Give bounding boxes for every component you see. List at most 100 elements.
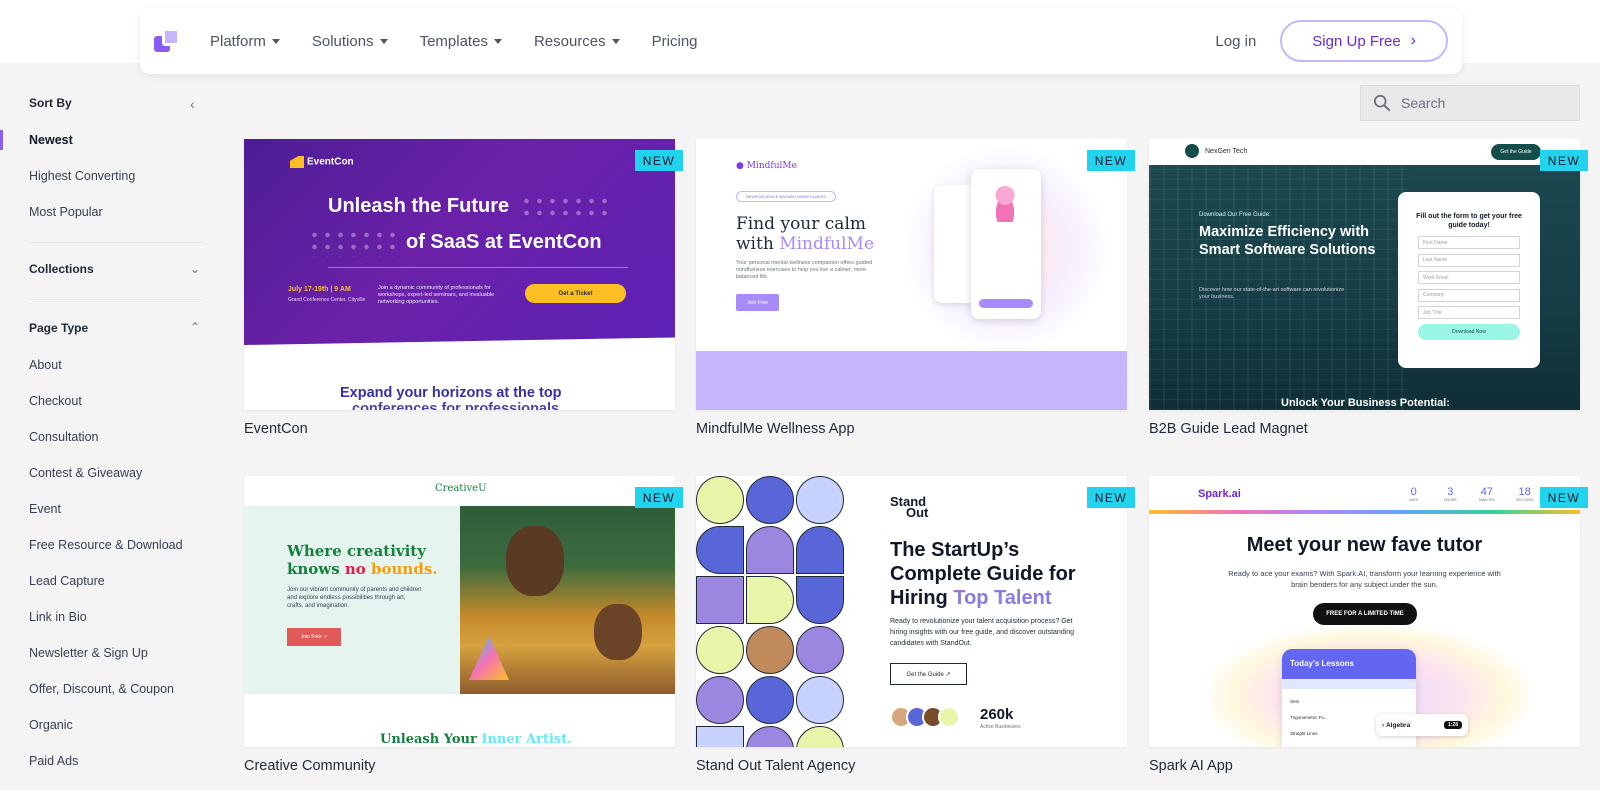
page-type-lead-capture[interactable]: Lead Capture xyxy=(29,574,105,588)
page-type-paid-ads[interactable]: Paid Ads xyxy=(29,754,78,768)
countdown-unit: 18 SECONDS xyxy=(1516,486,1533,502)
page-type-newsletter[interactable]: Newsletter & Sign Up xyxy=(29,646,148,660)
nav-resources[interactable]: Resources xyxy=(534,33,620,50)
template-thumbnail[interactable]: Spark.ai 0 DAYS 3 HOURS 47 MINUTES 18 SECOND… xyxy=(1149,476,1580,747)
collections-heading[interactable]: Collections xyxy=(29,262,94,276)
template-card-creative-community[interactable]: CreativeU Where creativity knows no boun… xyxy=(244,476,683,774)
preview-logo: EventCon xyxy=(290,156,354,168)
template-thumbnail[interactable]: Stand Out The StartUp’s Complete Guide fo… xyxy=(696,476,1127,747)
template-card-eventcon[interactable]: EventCon Unleash the Future of SaaS at E… xyxy=(244,139,683,437)
countdown-label: SECONDS xyxy=(1516,498,1534,502)
page-type-organic[interactable]: Organic xyxy=(29,718,73,732)
preview-stat-label: Active Businesses xyxy=(980,724,1021,730)
page-type-about[interactable]: About xyxy=(29,358,62,372)
template-card-mindfulme[interactable]: ● MindfulMe NEUROSCIENCE-BACKED MINDFULN… xyxy=(696,139,1135,437)
headline-accent: no xyxy=(344,560,366,578)
logo-text: Out xyxy=(906,505,929,520)
card-title[interactable]: MindfulMe Wellness App xyxy=(696,421,855,437)
page-type-free-resource[interactable]: Free Resource & Download xyxy=(29,538,183,552)
form-title: Fill out the form to get your free guide… xyxy=(1416,213,1522,229)
page-type-checkout[interactable]: Checkout xyxy=(29,394,82,408)
card-title[interactable]: Spark AI App xyxy=(1149,758,1233,774)
sort-by-heading: Sort By xyxy=(29,96,72,110)
caret-down-icon xyxy=(493,38,502,44)
preview-footer: Expand your horizons at the top xyxy=(340,385,562,401)
caret-down-icon xyxy=(611,38,620,44)
template-card-standout[interactable]: Stand Out The StartUp’s Complete Guide fo… xyxy=(696,476,1135,774)
shape xyxy=(746,626,794,674)
template-thumbnail[interactable]: CreativeU Where creativity knows no boun… xyxy=(244,476,675,747)
caret-down-icon xyxy=(379,38,388,44)
headline-line: knows xyxy=(287,560,345,578)
page-type-offer[interactable]: Offer, Discount, & Coupon xyxy=(29,682,174,696)
page-type-link-in-bio[interactable]: Link in Bio xyxy=(29,610,87,624)
card-title[interactable]: B2B Guide Lead Magnet xyxy=(1149,421,1308,437)
preview-logo: ● MindfulMe xyxy=(736,161,797,171)
template-thumbnail[interactable]: ● MindfulMe NEUROSCIENCE-BACKED MINDFULN… xyxy=(696,139,1127,410)
shape xyxy=(746,676,794,724)
shape xyxy=(696,526,744,574)
shape xyxy=(746,526,794,574)
nav-solutions[interactable]: Solutions xyxy=(312,33,388,50)
preview-logo-text: MindfulMe xyxy=(746,161,797,171)
template-thumbnail[interactable]: NexGen Tech Get the Guide Download Our F… xyxy=(1149,139,1580,410)
new-badge: NEW xyxy=(1087,487,1135,508)
sort-most-popular[interactable]: Most Popular xyxy=(29,205,103,219)
shape xyxy=(746,576,794,624)
nav-templates[interactable]: Templates xyxy=(420,33,502,50)
shape xyxy=(796,726,844,747)
page-type-heading[interactable]: Page Type xyxy=(29,321,88,335)
card-title[interactable]: Stand Out Talent Agency xyxy=(696,758,855,774)
search-input[interactable] xyxy=(1401,95,1561,111)
lesson-row: Straight Lines xyxy=(1290,731,1318,736)
template-card-b2b-guide[interactable]: NexGen Tech Get the Guide Download Our F… xyxy=(1149,139,1588,437)
shape xyxy=(796,626,844,674)
preview-cta: Get the Guide ↗ xyxy=(890,663,967,685)
card-title[interactable]: EventCon xyxy=(244,421,308,437)
shape xyxy=(796,476,844,524)
signup-label: Sign Up Free xyxy=(1312,32,1401,50)
lesson-row: Trigonometric Fu... xyxy=(1290,715,1328,720)
sort-highest-converting[interactable]: Highest Converting xyxy=(29,169,135,183)
login-link[interactable]: Log in xyxy=(1215,33,1256,50)
app-tabs xyxy=(1282,679,1416,689)
preview-footer: Unlock Your Business Potential: xyxy=(1281,397,1450,409)
signup-button[interactable]: Sign Up Free › xyxy=(1280,20,1448,62)
shape-grid xyxy=(696,476,844,747)
preview-form: Fill out the form to get your free guide… xyxy=(1398,192,1540,368)
preview-footer: conferences for professionals xyxy=(352,401,560,410)
sort-newest[interactable]: Newest xyxy=(29,133,73,147)
preview-headline: Meet your new fave tutor xyxy=(1246,534,1483,556)
chevron-up-icon[interactable]: ⌃ xyxy=(190,320,200,334)
wave-band xyxy=(696,337,1127,410)
nav-pricing[interactable]: Pricing xyxy=(652,33,698,50)
nav-label: Templates xyxy=(419,32,488,50)
shape xyxy=(696,626,744,674)
collapse-sidebar-icon[interactable]: ‹ xyxy=(190,96,200,112)
search-box xyxy=(1360,85,1580,121)
nav-label: Pricing xyxy=(651,32,698,50)
illustration xyxy=(989,184,1021,222)
new-badge: NEW xyxy=(1087,150,1135,171)
countdown-unit: 47 MINUTES xyxy=(1479,486,1495,502)
countdown-unit: 3 HOURS xyxy=(1444,486,1457,502)
lesson-chip: ‹ Algebra 1:28 xyxy=(1376,714,1468,736)
chevron-down-icon[interactable]: ⌄ xyxy=(190,262,200,276)
template-card-spark-ai[interactable]: Spark.ai 0 DAYS 3 HOURS 47 MINUTES 18 SECOND… xyxy=(1149,476,1588,774)
chip-timer: 1:28 xyxy=(1443,721,1462,729)
divider xyxy=(29,299,204,300)
chevron-right-icon: › xyxy=(1410,32,1416,49)
preview-headline: Unleash the Future xyxy=(328,195,510,217)
card-title[interactable]: Creative Community xyxy=(244,758,375,774)
preview-venue: Grand Conference Center, Cityville xyxy=(288,297,366,303)
new-badge: NEW xyxy=(635,150,683,171)
nav-platform[interactable]: Platform xyxy=(210,33,280,50)
headline-accent: MindfulMe xyxy=(779,234,875,254)
page-type-event[interactable]: Event xyxy=(29,502,61,516)
page-type-consultation[interactable]: Consultation xyxy=(29,430,99,444)
footer-accent: Inner Artist. xyxy=(481,732,572,747)
template-thumbnail[interactable]: EventCon Unleash the Future of SaaS at E… xyxy=(244,139,675,410)
page-type-contest-giveaway[interactable]: Contest & Giveaway xyxy=(29,466,142,480)
search-icon xyxy=(1373,94,1391,112)
brand-logo[interactable] xyxy=(154,28,180,54)
